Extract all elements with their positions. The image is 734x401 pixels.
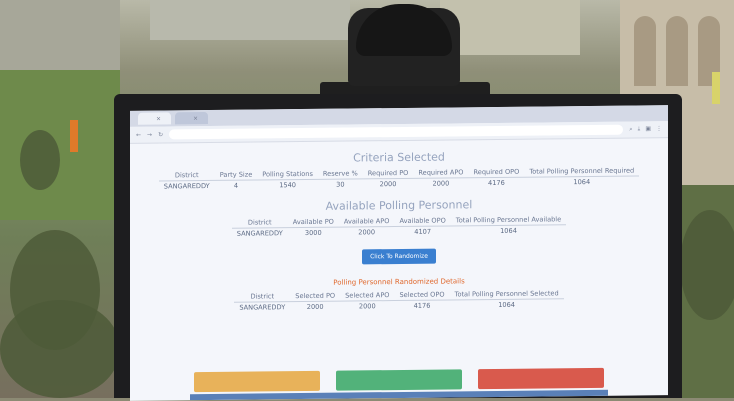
table-row: SANGAREDDY 2000 2000 4176 1064 (234, 299, 563, 313)
flag (70, 120, 78, 152)
column-header: Available APO (338, 216, 395, 228)
table-cell: 4107 (414, 227, 432, 236)
extensions-icon[interactable]: ▣ (645, 125, 651, 133)
table-row: SANGAREDDY 3000 2000 4107 1064 (232, 225, 566, 239)
tree (20, 130, 60, 190)
yellow-action-button[interactable] (194, 370, 320, 393)
red-action-button[interactable] (478, 367, 604, 390)
table-cell: 30 (336, 180, 345, 189)
green-action-button[interactable] (336, 369, 462, 391)
table-cell: SANGAREDDY (163, 181, 210, 191)
randomized-table: District Selected PO Selected APO Select… (234, 288, 564, 313)
randomized-title: Polling Personnel Randomized Details (333, 277, 465, 287)
column-header: District (231, 217, 288, 229)
table-cell: 1064 (573, 177, 591, 187)
column-header: Available OPO (394, 215, 451, 227)
monitor-screen: × × ← → ↻ ⌕ ⤓ ▣ ⋮ Criteria Selected Dist… (130, 105, 668, 401)
back-icon[interactable]: ← (136, 131, 141, 138)
table-cell: 4176 (413, 301, 431, 310)
flag (712, 72, 720, 104)
column-header: Selected OPO (394, 289, 450, 301)
column-header: Polling Stations (257, 168, 318, 180)
column-header: Available PO (287, 216, 339, 228)
table-cell: 1064 (498, 300, 515, 309)
table-cell: 2000 (379, 180, 397, 189)
column-header: Party Size (214, 169, 258, 181)
criteria-heading: Criteria Selected (353, 150, 445, 165)
arch-window (666, 16, 688, 86)
tree (0, 300, 120, 398)
table-cell: 2000 (306, 302, 324, 311)
close-icon[interactable]: × (193, 115, 198, 122)
column-header: District (158, 169, 215, 182)
column-header: Selected PO (290, 290, 341, 302)
table-cell: SANGAREDDY (239, 303, 286, 312)
tree (680, 210, 734, 320)
column-header: Selected APO (340, 290, 395, 302)
footer-actions (130, 367, 668, 393)
table-cell: 1540 (279, 181, 296, 190)
column-header: Reserve % (317, 168, 363, 180)
available-table: District Available PO Available APO Avai… (231, 214, 567, 239)
building-left (0, 0, 120, 70)
column-header: District (234, 291, 291, 303)
download-icon[interactable]: ⤓ (638, 125, 641, 133)
reload-icon[interactable]: ↻ (158, 131, 163, 138)
table-cell: 2000 (358, 302, 376, 311)
table-cell: 3000 (304, 228, 322, 237)
zoom-icon[interactable]: ⌕ (629, 126, 632, 134)
randomize-button[interactable]: Click To Randomize (362, 248, 436, 265)
address-bar[interactable] (169, 124, 624, 140)
browser-tab[interactable]: × (175, 111, 209, 125)
browser-tab[interactable]: × (138, 112, 172, 125)
column-header: Required OPO (468, 166, 525, 178)
table-cell: 2000 (432, 179, 450, 188)
criteria-table: District Party Size Polling Stations Res… (158, 165, 640, 191)
table-cell: SANGAREDDY (236, 229, 283, 238)
building-top (150, 0, 350, 40)
column-header: Required PO (362, 167, 414, 179)
building-top-right (440, 0, 580, 55)
forward-icon[interactable]: → (147, 131, 152, 138)
close-icon[interactable]: × (156, 115, 161, 122)
column-header: Required APO (413, 167, 469, 179)
lawn-left (0, 70, 120, 220)
table-cell: 2000 (358, 228, 376, 237)
available-heading: Available Polling Personnel (325, 198, 473, 213)
page-content: Criteria Selected District Party Size Po… (130, 148, 668, 314)
table-cell: 1064 (500, 226, 517, 235)
menu-icon[interactable]: ⋮ (656, 125, 662, 133)
arch-window (634, 16, 656, 86)
table-cell: 4176 (488, 178, 505, 188)
table-cell: 4 (233, 181, 239, 190)
